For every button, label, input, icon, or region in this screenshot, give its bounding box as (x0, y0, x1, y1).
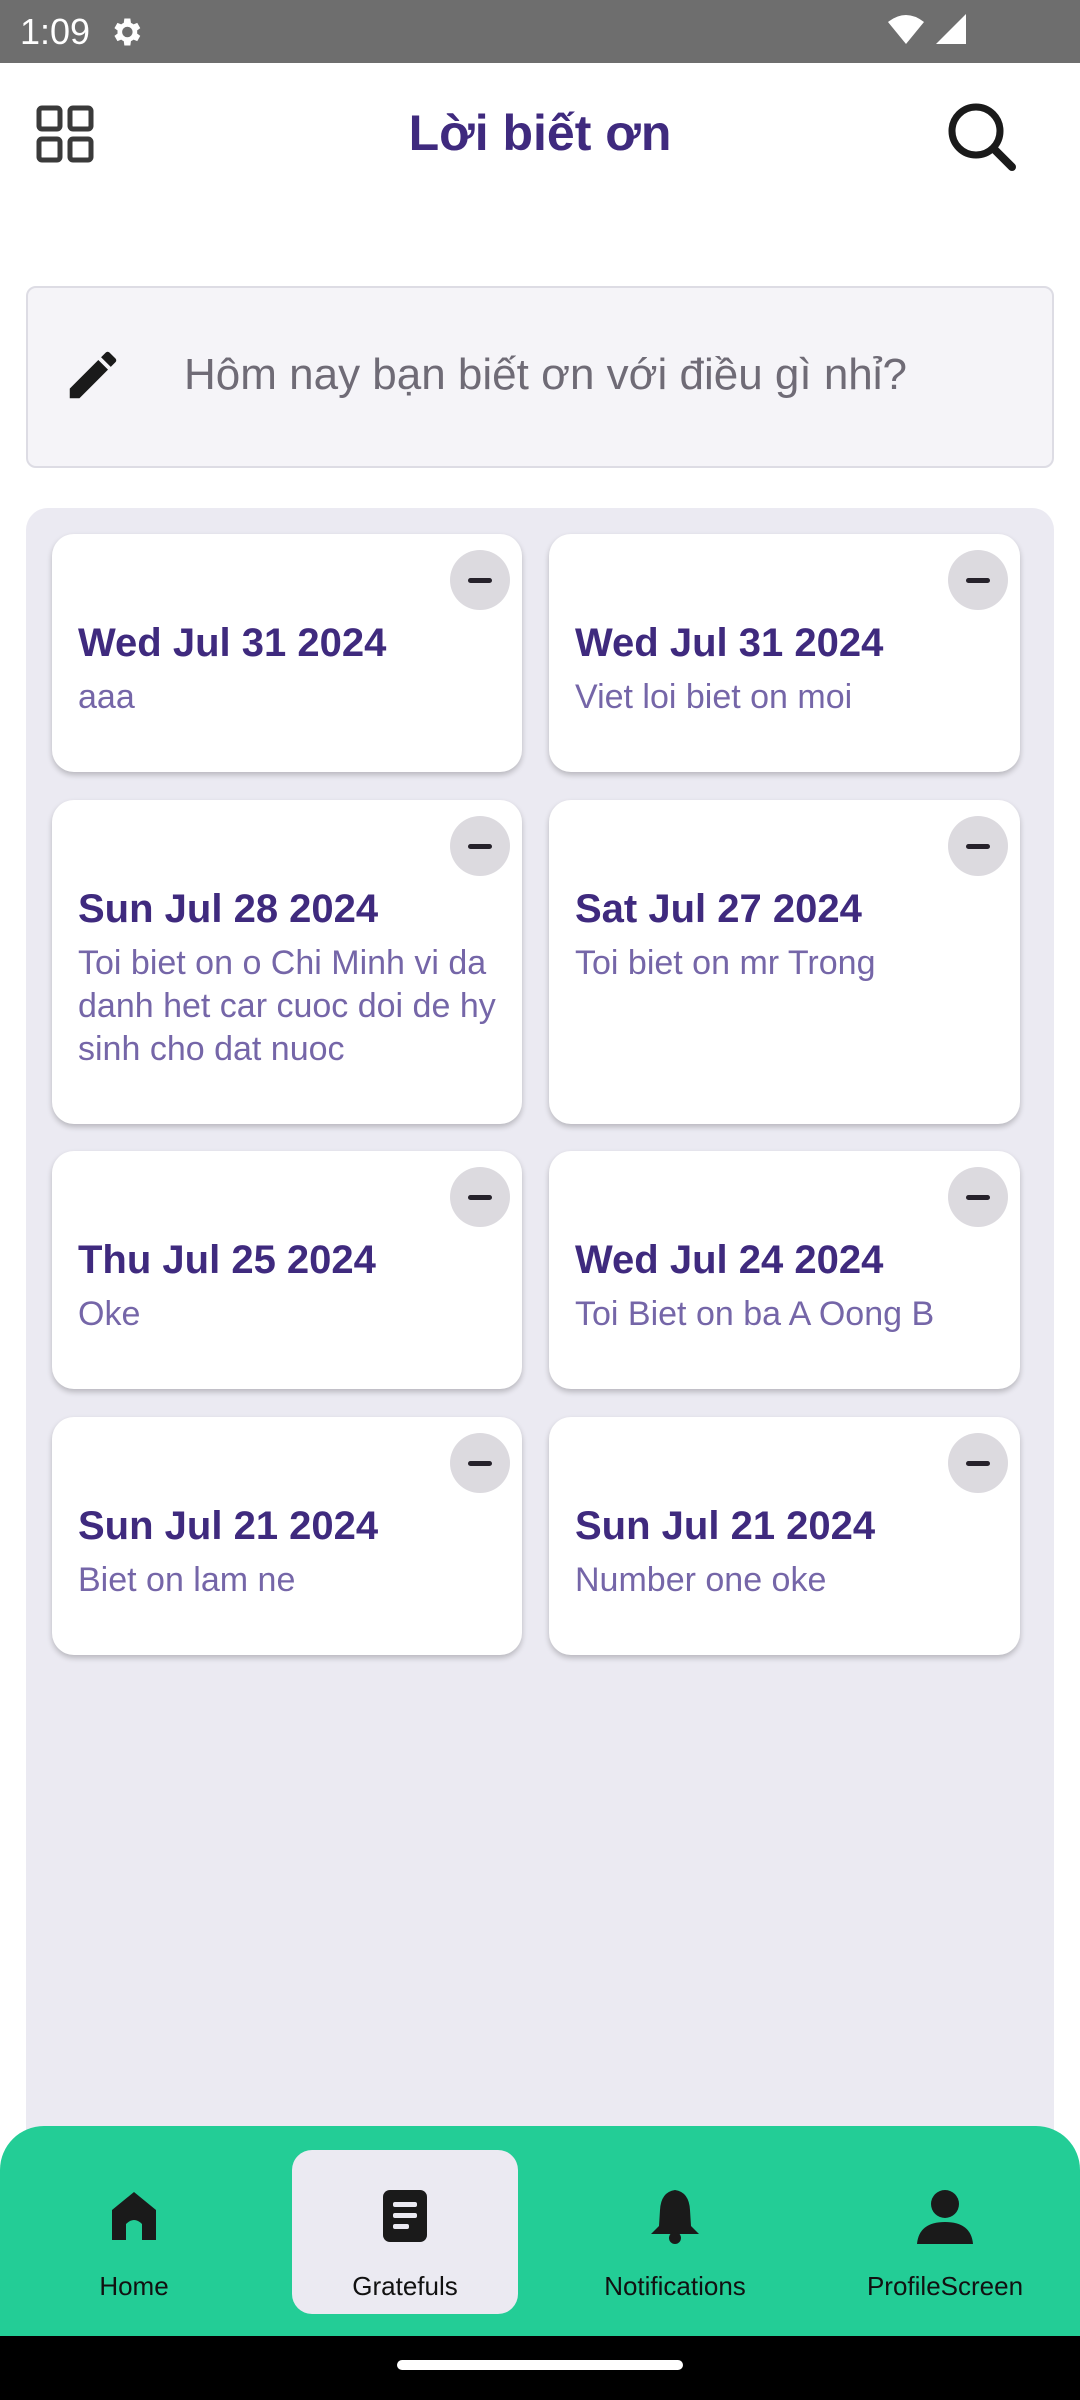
gratitude-input-placeholder: Hôm nay bạn biết ơn với điều gì nhỉ? (184, 350, 908, 399)
wifi-icon (888, 15, 924, 44)
gratitude-card[interactable]: Sun Jul 21 2024 Biet on lam ne (52, 1417, 522, 1655)
gratitude-input[interactable]: Hôm nay bạn biết ơn với điều gì nhỉ? (26, 286, 1054, 468)
entry-date: Wed Jul 24 2024 (575, 1238, 884, 1282)
nav-item-home[interactable]: Home (21, 2150, 247, 2314)
remove-entry-button[interactable] (948, 1167, 1008, 1227)
signal-icon (936, 14, 966, 44)
nav-label-notifications: Notifications (604, 2271, 746, 2301)
bell-icon (651, 2190, 699, 2244)
nav-label-profile: ProfileScreen (866, 2271, 1024, 2301)
entry-text: Toi Biet on ba A Oong B (575, 1295, 935, 1333)
gratitude-card[interactable]: Sun Jul 28 2024 Toi biet on o Chi Minh v… (52, 800, 522, 1124)
nav-item-gratefuls[interactable]: Gratefuls (292, 2150, 518, 2314)
entry-date: Wed Jul 31 2024 (78, 621, 387, 665)
entry-date: Thu Jul 25 2024 (78, 1238, 376, 1282)
nav-item-notifications[interactable]: Notifications (562, 2150, 788, 2314)
home-icon (112, 2192, 156, 2240)
status-bar: 1:09 (0, 0, 1080, 63)
remove-entry-button[interactable] (450, 1167, 510, 1227)
pencil-icon (69, 351, 117, 399)
gratitude-list: Wed Jul 31 2024 aaa Wed Jul 31 2024 Viet… (26, 508, 1054, 2208)
remove-entry-button[interactable] (450, 1433, 510, 1493)
app-header: Lời biết ơn (0, 63, 1080, 203)
entry-text: Viet loi biet on moi (575, 678, 853, 716)
nav-item-profile[interactable]: ProfileScreen (832, 2150, 1058, 2314)
bottom-navigation: Home Gratefuls Notifications ProfileScre… (0, 2126, 1080, 2336)
home-gesture-handle[interactable] (397, 2360, 683, 2370)
remove-entry-button[interactable] (948, 1433, 1008, 1493)
entry-date: Sun Jul 21 2024 (78, 1504, 379, 1548)
status-time: 1:09 (20, 11, 91, 52)
gratitude-card[interactable]: Thu Jul 25 2024 Oke (52, 1151, 522, 1389)
entry-text: Toi biet on mr Trong (575, 944, 876, 982)
page-title: Lời biết ơn (408, 105, 672, 161)
remove-entry-button[interactable] (948, 550, 1008, 610)
document-icon (383, 2190, 427, 2242)
entry-text: Toi biet on o Chi Minh vi da danh het ca… (78, 944, 496, 1068)
entry-text: Oke (78, 1295, 141, 1333)
entry-text: Number one oke (575, 1561, 827, 1599)
gratitude-card[interactable]: Wed Jul 31 2024 aaa (52, 534, 522, 772)
gratitude-card[interactable]: Wed Jul 31 2024 Viet loi biet on moi (549, 534, 1020, 772)
entry-text: aaa (78, 678, 135, 716)
remove-entry-button[interactable] (450, 550, 510, 610)
remove-entry-button[interactable] (450, 816, 510, 876)
search-icon[interactable] (944, 99, 1018, 173)
system-navigation-bar (0, 2336, 1080, 2400)
entry-text: Biet on lam ne (78, 1561, 296, 1599)
gratitude-card[interactable]: Sun Jul 21 2024 Number one oke (549, 1417, 1020, 1655)
remove-entry-button[interactable] (948, 816, 1008, 876)
nav-label-gratefuls: Gratefuls (352, 2271, 458, 2301)
nav-label-home: Home (99, 2271, 169, 2301)
gratitude-card[interactable]: Wed Jul 24 2024 Toi Biet on ba A Oong B (549, 1151, 1020, 1389)
settings-gear-icon (114, 18, 141, 46)
entry-date: Wed Jul 31 2024 (575, 621, 884, 665)
person-icon (917, 2190, 973, 2244)
entry-date: Sat Jul 27 2024 (575, 887, 862, 931)
entry-date: Sun Jul 28 2024 (78, 887, 379, 931)
entry-date: Sun Jul 21 2024 (575, 1504, 876, 1548)
gratitude-card[interactable]: Sat Jul 27 2024 Toi biet on mr Trong (549, 800, 1020, 1124)
